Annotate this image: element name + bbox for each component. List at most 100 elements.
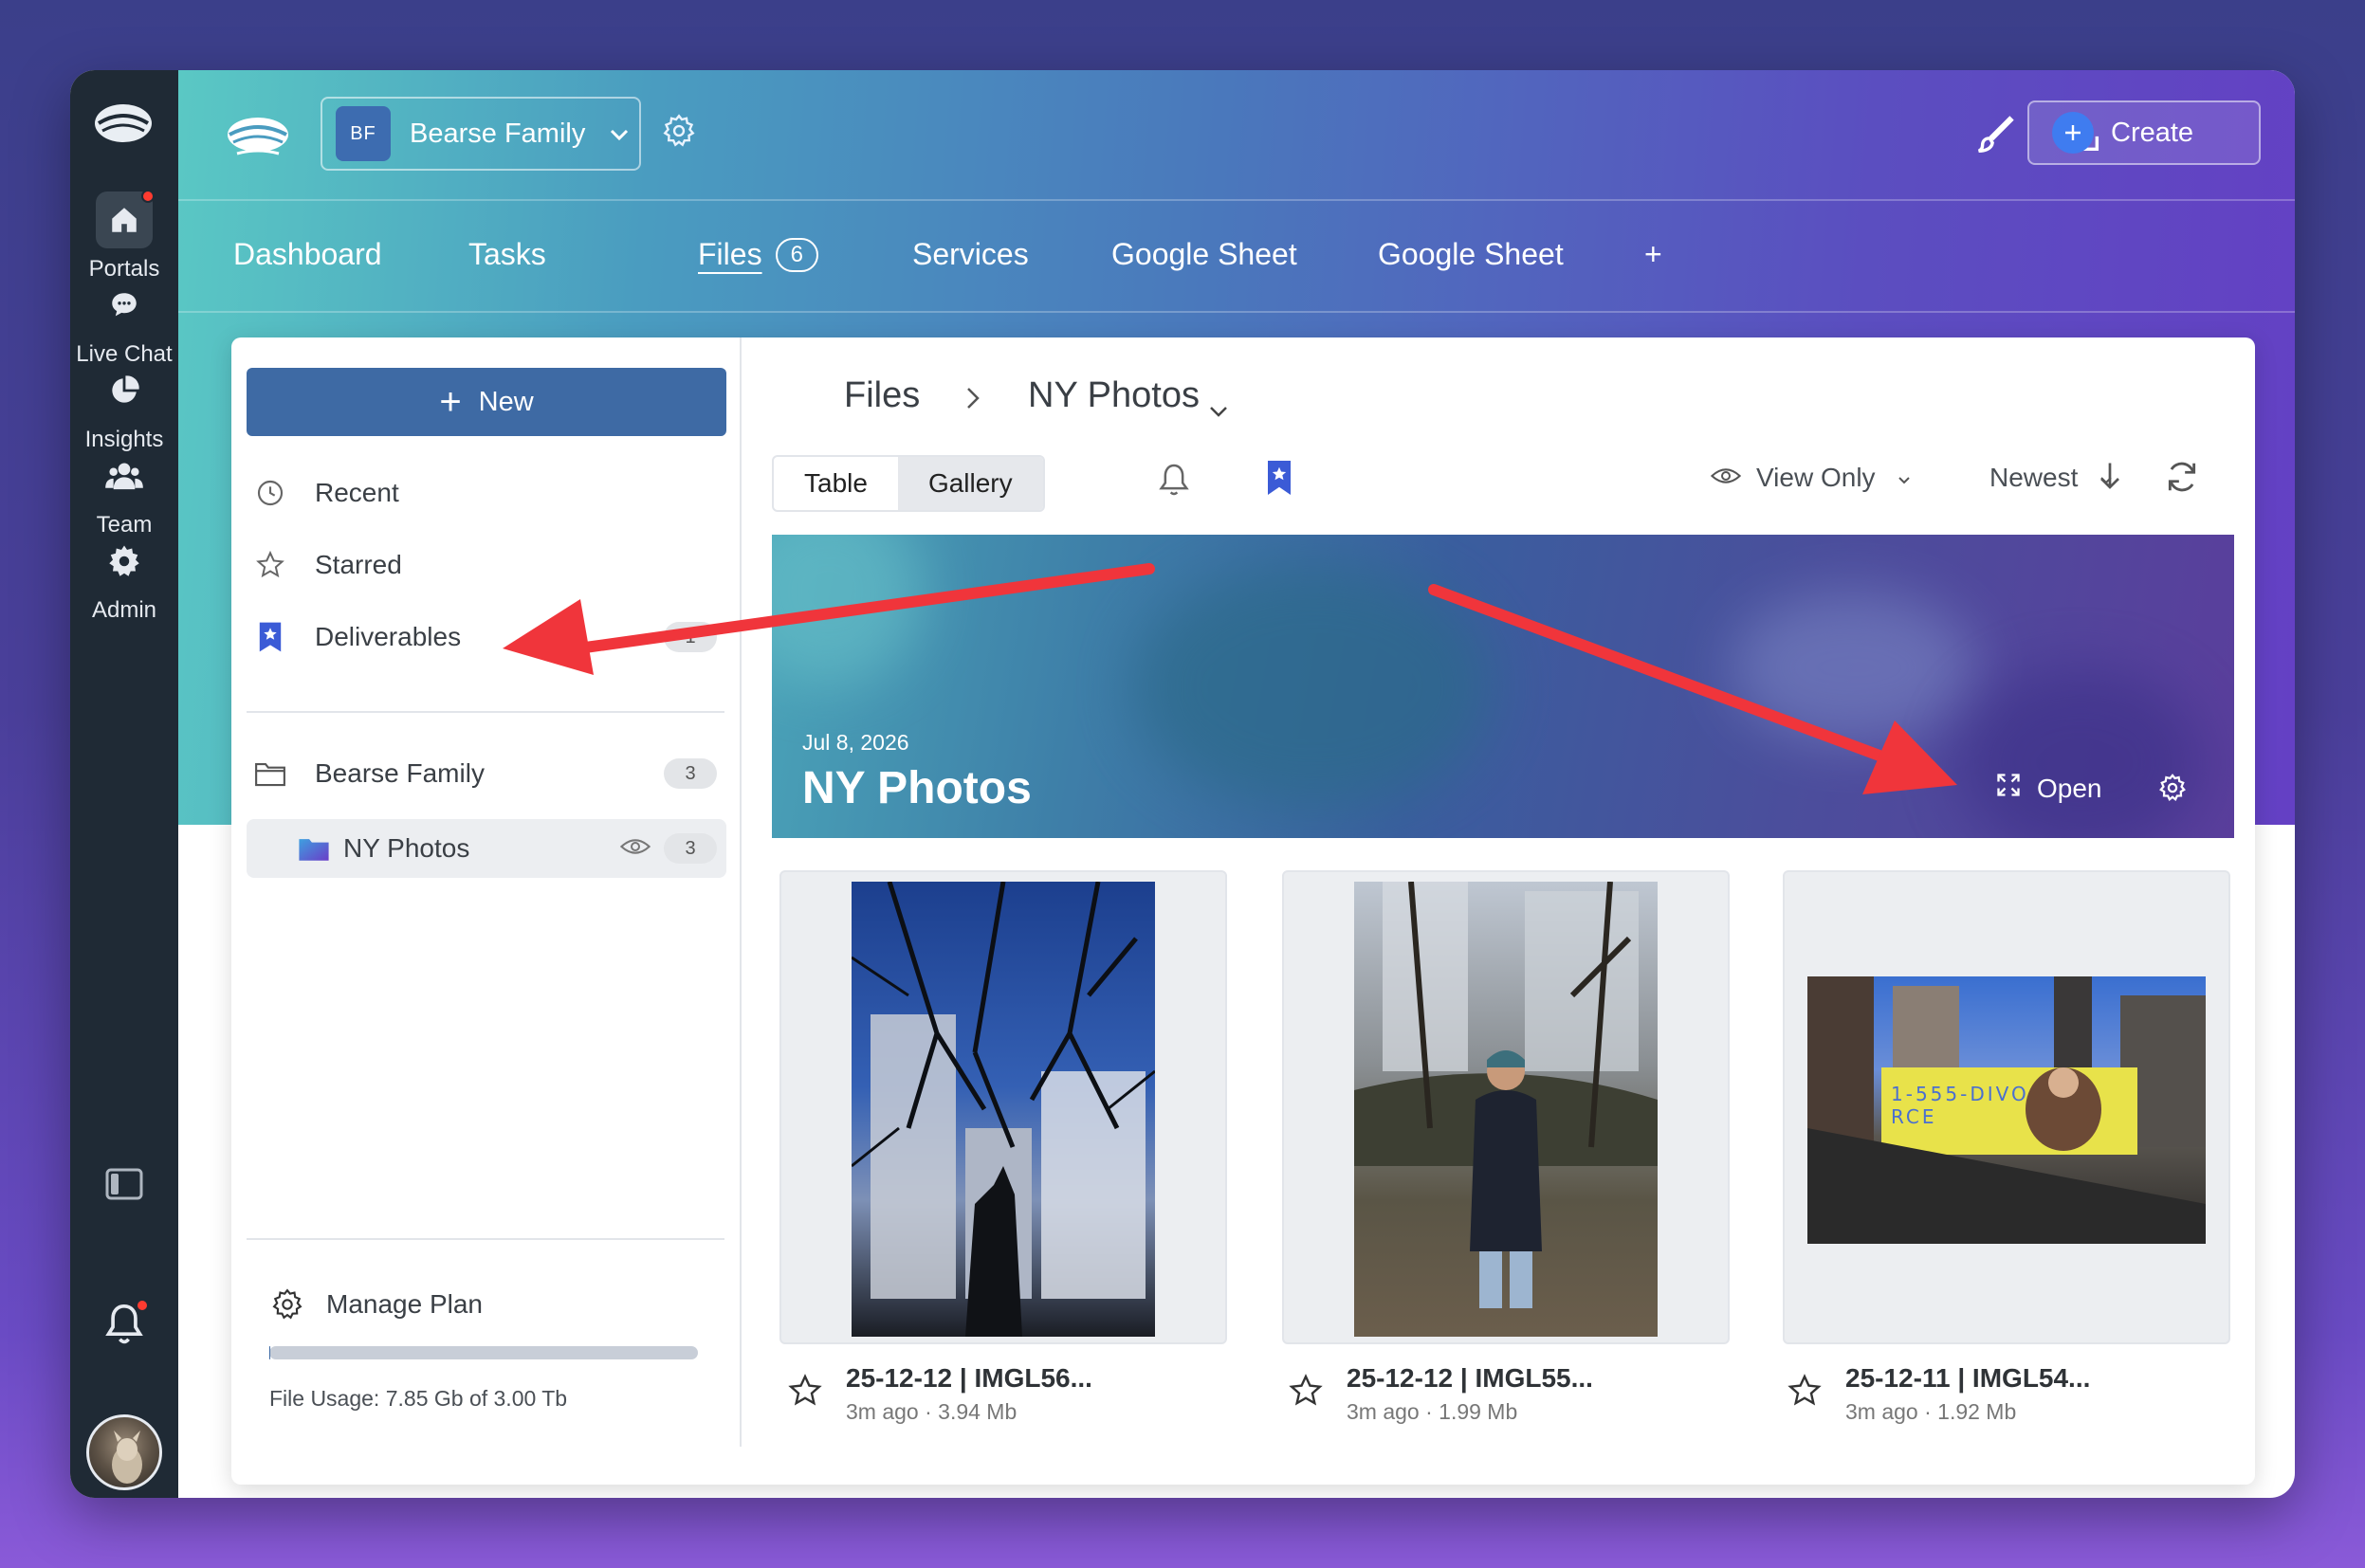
- create-label: Create: [2111, 117, 2194, 148]
- portal-badge: BF: [336, 106, 391, 161]
- photo-thumbnail: [1354, 881, 1658, 1337]
- user-avatar[interactable]: [70, 1414, 178, 1490]
- rail-item-label: Admin: [91, 597, 157, 623]
- notifications-bell-icon[interactable]: [1155, 461, 1193, 499]
- eye-icon: [1710, 463, 1742, 493]
- folder-filled-icon: [298, 832, 330, 865]
- left-rail: Portals Live Chat Insights Team Admin: [70, 70, 178, 1498]
- portal-name: Bearse Family: [410, 118, 586, 149]
- home-icon: [96, 190, 155, 248]
- billboard-text: 1-555-DIVO RCE: [1891, 1083, 2029, 1128]
- tab-files-count: 6: [775, 238, 818, 272]
- collapse-sidebar-icon[interactable]: [70, 1168, 178, 1200]
- sort-direction-arrow-icon[interactable]: [2096, 459, 2124, 493]
- sort-label: Newest: [1989, 463, 2079, 492]
- bookmark-star-icon: [254, 621, 286, 653]
- file-details: 3m ago · 1.99 Mb: [1347, 1399, 1518, 1424]
- manage-plan-label: Manage Plan: [326, 1289, 484, 1319]
- file-details: 3m ago · 1.92 Mb: [1845, 1399, 2017, 1424]
- file-card-3[interactable]: 1-555-DIVO RCE: [1783, 870, 2230, 1344]
- files-sidebar: + New Recent Starred Deliverables 1 Bear…: [231, 337, 742, 1447]
- divider: [247, 1238, 724, 1240]
- portal-settings-gear-icon[interactable]: [662, 114, 696, 153]
- app-logo-icon[interactable]: [89, 95, 157, 152]
- breadcrumb-current[interactable]: NY Photos: [1028, 375, 1200, 416]
- star-icon[interactable]: [787, 1373, 823, 1413]
- sidebar-item-recent[interactable]: Recent: [254, 465, 717, 521]
- refresh-icon[interactable]: [2164, 459, 2200, 495]
- folder-label: Bearse Family: [315, 758, 485, 788]
- file-usage-bar: [269, 1346, 698, 1359]
- rail-item-team[interactable]: Team: [70, 447, 178, 538]
- count-badge: 3: [664, 833, 717, 864]
- brand-logo-icon[interactable]: [222, 110, 294, 163]
- sidebar-item-starred[interactable]: Starred: [254, 537, 717, 593]
- chevron-down-icon: [608, 119, 631, 150]
- new-button[interactable]: + New: [247, 368, 726, 436]
- file-card-1[interactable]: [779, 870, 1227, 1344]
- portal-tabs: Dashboard Tasks Files 6 Services Google S…: [178, 201, 2295, 313]
- star-icon[interactable]: [1787, 1373, 1823, 1413]
- breadcrumb-root[interactable]: Files: [844, 375, 920, 416]
- permission-label: View Only: [1756, 463, 1876, 492]
- tab-google-sheet-1[interactable]: Google Sheet: [1111, 237, 1297, 272]
- rail-item-admin[interactable]: Admin: [70, 533, 178, 624]
- rail-item-portals[interactable]: Portals: [70, 190, 178, 283]
- permission-dropdown[interactable]: View Only: [1710, 463, 1912, 493]
- rail-item-insights[interactable]: Insights: [70, 362, 178, 453]
- view-toggle: Table Gallery: [772, 455, 1045, 512]
- folder-label: NY Photos: [343, 833, 470, 863]
- sidebar-item-deliverables[interactable]: Deliverables 1: [254, 609, 717, 665]
- banner-settings-gear-icon[interactable]: [2158, 774, 2187, 807]
- open-folder-button[interactable]: Open: [1995, 772, 2102, 805]
- count-badge: 3: [664, 758, 717, 789]
- star-icon: [254, 549, 286, 581]
- eye-icon: [619, 833, 651, 864]
- file-card-2[interactable]: [1282, 870, 1730, 1344]
- photo-thumbnail: [851, 881, 1156, 1337]
- folder-ny-photos[interactable]: NY Photos 3: [298, 820, 717, 877]
- folder-banner: Jul 8, 2026 NY Photos Open: [772, 535, 2234, 838]
- plus-icon: [2052, 112, 2094, 154]
- file-details: 3m ago · 3.94 Mb: [846, 1399, 1018, 1424]
- banner-title: NY Photos: [802, 763, 1032, 813]
- tab-services[interactable]: Services: [912, 237, 1029, 272]
- chevron-down-icon[interactable]: [1208, 389, 1229, 429]
- sidebar-item-label: Deliverables: [315, 622, 462, 651]
- clock-icon: [254, 477, 286, 509]
- file-name[interactable]: 25-12-11 | IMGL54...: [1845, 1363, 2090, 1394]
- banner-date: Jul 8, 2026: [802, 730, 909, 755]
- paintbrush-icon[interactable]: [1969, 108, 2022, 161]
- tab-files[interactable]: Files 6: [698, 237, 818, 272]
- view-gallery-tab[interactable]: Gallery: [897, 457, 1043, 510]
- create-button[interactable]: Create: [2027, 100, 2261, 165]
- add-tab-button[interactable]: +: [1644, 237, 1662, 272]
- open-label: Open: [2037, 773, 2102, 803]
- tab-google-sheet-2[interactable]: Google Sheet: [1378, 237, 1564, 272]
- files-card: + New Recent Starred Deliverables 1 Bear…: [231, 337, 2255, 1485]
- chat-icon: [96, 277, 153, 334]
- deliverables-bookmark-icon[interactable]: [1265, 459, 1293, 497]
- team-icon: [96, 447, 153, 504]
- folder-outline-icon: [254, 757, 286, 790]
- tab-dashboard[interactable]: Dashboard: [233, 237, 382, 272]
- rail-item-live-chat[interactable]: Live Chat: [70, 277, 178, 368]
- file-name[interactable]: 25-12-12 | IMGL55...: [1347, 1363, 1593, 1394]
- file-name[interactable]: 25-12-12 | IMGL56...: [846, 1363, 1092, 1394]
- file-usage-fill: [269, 1346, 271, 1359]
- portal-switcher[interactable]: BF Bearse Family: [321, 97, 641, 171]
- tab-tasks[interactable]: Tasks: [468, 237, 546, 272]
- star-icon[interactable]: [1288, 1373, 1324, 1413]
- new-label: New: [478, 386, 534, 417]
- gear-icon: [271, 1288, 303, 1321]
- view-table-tab[interactable]: Table: [774, 457, 898, 510]
- top-bar: BF Bearse Family Create: [178, 70, 2295, 201]
- pie-chart-icon: [96, 362, 153, 419]
- notifications-bell-icon[interactable]: [70, 1299, 178, 1348]
- file-usage-text: File Usage: 7.85 Gb of 3.00 Tb: [269, 1386, 568, 1411]
- manage-plan-button[interactable]: Manage Plan: [271, 1276, 717, 1333]
- gear-icon: [96, 533, 153, 590]
- folder-bearse-family[interactable]: Bearse Family 3: [254, 745, 717, 802]
- chevron-right-icon: [963, 381, 982, 422]
- divider: [247, 711, 724, 713]
